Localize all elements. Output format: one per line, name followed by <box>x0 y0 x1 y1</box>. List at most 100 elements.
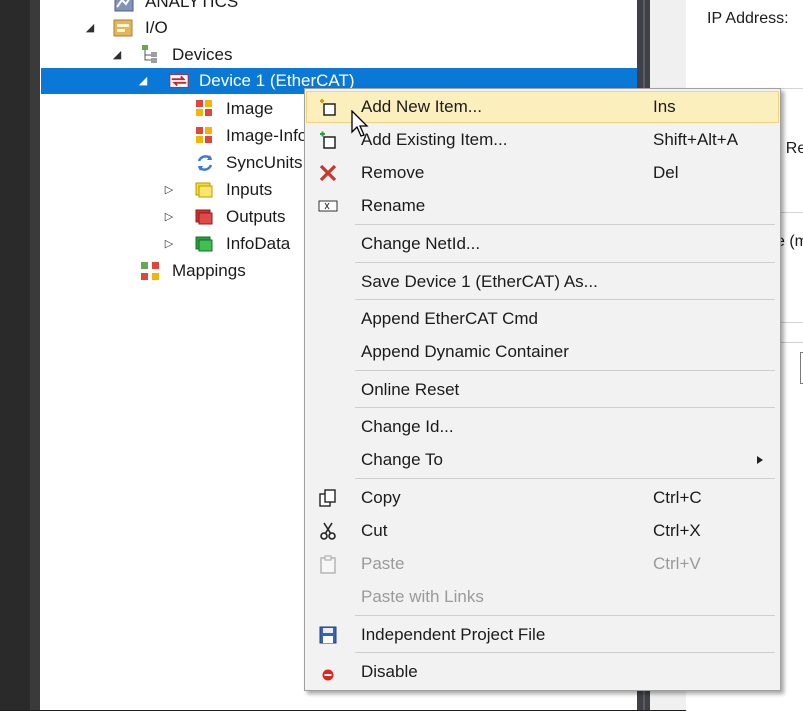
menu-separator <box>355 299 775 300</box>
disable-icon <box>322 669 334 681</box>
tree-item-label: I/O <box>145 18 168 37</box>
menu-item-shortcut: Ctrl+V <box>653 554 701 573</box>
menu-item-label: Copy <box>361 488 401 507</box>
menu-item-copy[interactable]: Copy Ctrl+C <box>306 482 779 514</box>
menu-item-shortcut: Ctrl+X <box>653 521 701 540</box>
tree-item-label: Image-Info <box>226 126 304 145</box>
menu-item-append-ethercat-cmd[interactable]: Append EtherCAT Cmd <box>306 303 779 335</box>
menu-item-label: Online Reset <box>361 380 460 399</box>
devices-tree-icon <box>142 45 157 63</box>
expand-arrow-icon[interactable]: ▷ <box>163 184 175 196</box>
menu-item-label: Independent Project File <box>361 625 546 644</box>
menu-item-append-dynamic-container[interactable]: Append Dynamic Container <box>306 336 779 368</box>
left-edge-border <box>30 0 40 710</box>
menu-item-label: Add Existing Item... <box>361 130 508 149</box>
menu-item-online-reset[interactable]: Online Reset <box>306 374 779 406</box>
menu-item-cut[interactable]: Cut Ctrl+X <box>306 515 779 547</box>
tree-item-image[interactable]: Image <box>190 96 310 122</box>
menu-item-change-to[interactable]: Change To <box>306 444 779 476</box>
menu-separator <box>355 615 775 616</box>
menu-item-label: Remove <box>361 163 425 182</box>
image-info-icon <box>196 127 212 143</box>
context-menu: Add New Item... Ins Add Existing Item...… <box>304 88 781 691</box>
menu-item-remove[interactable]: Remove Del <box>306 157 779 189</box>
tree-item-label: Outputs <box>226 207 286 226</box>
analytics-icon <box>114 0 134 12</box>
collapse-arrow-icon[interactable]: ◢ <box>84 22 96 34</box>
menu-item-change-id[interactable]: Change Id... <box>306 411 779 443</box>
menu-item-shortcut: Ctrl+C <box>653 488 702 507</box>
tree-item-analytics[interactable]: ANALYTICS <box>110 0 310 15</box>
tree-item-image-info[interactable]: Image-Info <box>190 123 304 149</box>
menu-separator <box>355 478 775 479</box>
tree-item-label: SyncUnits <box>226 153 303 172</box>
menu-item-label: Paste with Links <box>361 587 484 606</box>
paste-icon <box>320 555 336 574</box>
menu-separator <box>355 224 775 225</box>
rename-icon <box>318 200 338 212</box>
menu-item-label: Save Device 1 (EtherCAT) As... <box>361 272 598 291</box>
menu-item-shortcut: Del <box>653 163 679 182</box>
menu-separator <box>355 370 775 371</box>
menu-item-add-new-item[interactable]: Add New Item... Ins <box>306 91 779 123</box>
tree-item-syncunits[interactable]: SyncUnits <box>190 150 304 176</box>
outputs-red-icon <box>195 209 213 225</box>
menu-separator <box>355 652 775 653</box>
menu-item-paste-with-links[interactable]: Paste with Links <box>306 581 779 613</box>
menu-item-label: Append Dynamic Container <box>361 342 569 361</box>
left-edge <box>0 0 30 710</box>
copy-icon <box>319 489 336 507</box>
menu-item-label: Change To <box>361 450 443 469</box>
menu-item-save-device-as[interactable]: Save Device 1 (EtherCAT) As... <box>306 266 779 298</box>
menu-item-independent-project-file[interactable]: Independent Project File <box>306 619 779 651</box>
tree-item-inputs[interactable]: ▷ Inputs <box>162 177 304 203</box>
io-folder-icon <box>113 19 133 37</box>
inputs-yellow-icon <box>195 182 213 198</box>
sync-arrows-icon <box>197 155 213 171</box>
add-existing-item-icon <box>320 131 336 149</box>
collapse-arrow-icon[interactable]: ◢ <box>111 49 123 61</box>
expand-arrow-icon[interactable]: ▷ <box>163 211 175 223</box>
menu-item-add-existing-item[interactable]: Add Existing Item... Shift+Alt+A <box>306 124 779 156</box>
image-icon <box>196 100 212 116</box>
mouse-pointer-icon <box>351 110 369 137</box>
ethercat-device-icon <box>169 74 189 88</box>
save-disk-icon <box>319 626 337 644</box>
mappings-icon <box>141 262 159 280</box>
menu-item-change-netid[interactable]: Change NetId... <box>306 228 779 260</box>
menu-item-label: Cut <box>361 521 388 540</box>
tree-item-devices[interactable]: ◢ Devices <box>110 42 310 68</box>
tree-item-label: ANALYTICS <box>145 0 239 11</box>
menu-separator <box>355 407 775 408</box>
remove-x-icon <box>319 164 337 182</box>
tree-item-label: Image <box>226 99 274 118</box>
menu-item-rename[interactable]: Rename <box>306 190 779 222</box>
menu-item-label: Rename <box>361 196 426 215</box>
menu-item-disable[interactable]: Disable <box>306 656 779 688</box>
tree-item-label: InfoData <box>226 234 291 253</box>
tree-item-label: Mappings <box>172 261 246 280</box>
add-new-item-icon <box>320 99 336 116</box>
menu-separator <box>355 262 775 263</box>
submenu-arrow-icon <box>757 456 763 464</box>
tree-item-io[interactable]: ◢ I/O <box>82 15 282 41</box>
tree-item-label: Inputs <box>226 180 273 199</box>
ip-address-label: IP Address: <box>707 10 789 27</box>
menu-item-shortcut: Ins <box>653 97 676 116</box>
tree-item-infodata[interactable]: ▷ InfoData <box>162 231 304 257</box>
tree-item-label: Devices <box>172 45 233 64</box>
tree-item-outputs[interactable]: ▷ Outputs <box>162 204 304 230</box>
collapse-arrow-icon[interactable]: ◢ <box>137 75 149 87</box>
menu-item-label: Change Id... <box>361 417 454 436</box>
menu-item-label: Paste <box>361 554 405 573</box>
infodata-green-icon <box>195 236 213 252</box>
menu-item-label: Change NetId... <box>361 234 481 253</box>
menu-item-label: Add New Item... <box>361 97 482 116</box>
tree-item-mappings[interactable]: Mappings <box>136 258 296 284</box>
menu-item-label: Append EtherCAT Cmd <box>361 309 539 328</box>
scissors-icon <box>320 522 336 540</box>
menu-item-paste[interactable]: Paste Ctrl+V <box>306 548 779 580</box>
menu-item-shortcut: Shift+Alt+A <box>653 130 739 149</box>
expand-arrow-icon[interactable]: ▷ <box>163 238 175 250</box>
menu-item-label: Disable <box>361 662 418 681</box>
